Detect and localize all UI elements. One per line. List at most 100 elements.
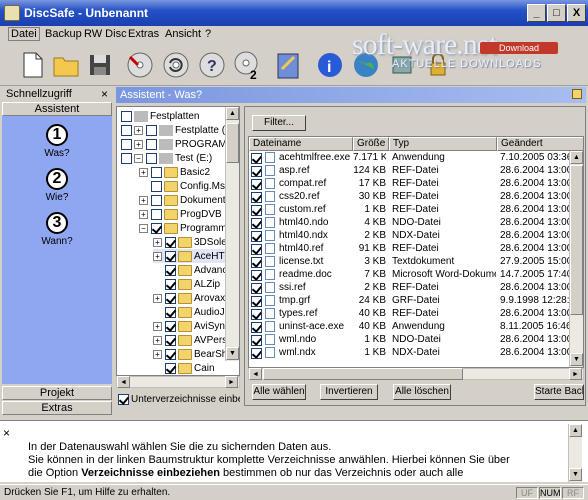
close-icon[interactable]: × xyxy=(3,426,10,440)
row-checkbox[interactable] xyxy=(251,309,262,320)
hint-scrollbar[interactable]: ▲ ▼ xyxy=(568,424,582,482)
row-checkbox[interactable] xyxy=(251,322,262,333)
row-checkbox[interactable] xyxy=(251,166,262,177)
maximize-button[interactable]: □ xyxy=(547,4,566,22)
scroll-up-icon[interactable]: ▲ xyxy=(569,424,582,437)
table-row[interactable]: html40.ndo 4 KB NDO-Datei 28.6.2004 13:00:0… xyxy=(249,217,579,230)
tree-node[interactable]: + BearSh xyxy=(153,347,227,361)
table-row[interactable]: uninst-ace.exe 40 KB Anwendung 8.11.2005 16… xyxy=(249,321,579,334)
tree-node[interactable]: Festplatten xyxy=(121,109,199,123)
tree-node[interactable]: + ProgDVB xyxy=(139,207,222,221)
scroll-down-icon[interactable]: ▼ xyxy=(569,468,582,481)
table-row[interactable]: ssi.ref 2 KB REF-Datei 28.6.2004 13:00:00 1 xyxy=(249,282,579,295)
tree-node[interactable]: + Festplatte (C:) xyxy=(121,123,238,137)
col-header-name[interactable]: Dateiname xyxy=(249,137,353,151)
new-document-icon[interactable] xyxy=(16,49,48,81)
step-wann[interactable]: 3 Wann? xyxy=(2,212,112,247)
scroll-down-icon[interactable]: ▼ xyxy=(226,347,239,360)
row-checkbox[interactable] xyxy=(251,244,262,255)
tree-node[interactable]: + AceHT xyxy=(153,249,225,263)
tree-node[interactable]: +3DSole xyxy=(153,235,227,249)
scroll-thumb[interactable] xyxy=(263,368,463,380)
menu-datei[interactable]: Datei xyxy=(8,27,40,41)
edit-notepad-icon[interactable] xyxy=(272,49,304,81)
scroll-up-icon[interactable]: ▲ xyxy=(570,151,583,164)
info-icon[interactable]: i xyxy=(314,49,346,81)
tree-node[interactable]: Cain xyxy=(153,361,215,375)
table-row[interactable]: readme.doc 7 KB Microsoft Word-Dokument 14.… xyxy=(249,269,579,282)
close-icon[interactable]: × xyxy=(101,87,108,101)
tab-projekt[interactable]: Projekt xyxy=(2,386,112,400)
table-row[interactable]: tmp.grf 24 KB GRF-Datei 9.9.1998 12:28:16 1 xyxy=(249,295,579,308)
menu-help[interactable]: ? xyxy=(205,28,211,40)
row-checkbox[interactable] xyxy=(251,153,262,164)
menu-backup[interactable]: Backup xyxy=(45,28,82,40)
tree-node[interactable]: + Arovax xyxy=(153,291,225,305)
tree-node[interactable]: + Dokumente xyxy=(139,193,231,207)
clear-all-button[interactable]: Alle löschen xyxy=(393,384,451,400)
scroll-left-icon[interactable]: ◄ xyxy=(117,376,130,388)
tree-node[interactable]: Advanc xyxy=(153,263,227,277)
minimize-button[interactable]: _ xyxy=(527,4,546,22)
menu-rw-disc[interactable]: RW Disc xyxy=(84,28,127,40)
backup-disc-icon[interactable] xyxy=(124,49,156,81)
table-row[interactable]: compat.ref 17 KB REF-Datei 28.6.2004 13:00:… xyxy=(249,178,579,191)
include-subdirs-checkbox[interactable]: Unterverzeichnisse einbez xyxy=(118,392,240,406)
help-disc-icon[interactable]: ? xyxy=(196,49,228,81)
close-button[interactable]: X xyxy=(567,4,586,22)
table-row[interactable]: wml.ndx 1 KB NDX-Datei 28.6.2004 13:00:00 1 xyxy=(249,347,579,360)
table-row[interactable]: license.txt 3 KB Textdokument 27.9.2005 15:… xyxy=(249,256,579,269)
row-checkbox[interactable] xyxy=(251,270,262,281)
tree-node[interactable]: + Basic2 xyxy=(139,165,210,179)
row-checkbox[interactable] xyxy=(251,231,262,242)
table-row[interactable]: css20.ref 30 KB REF-Datei 28.6.2004 13:00:0… xyxy=(249,191,579,204)
list-scrollbar[interactable]: ▲ ▼ xyxy=(569,151,583,367)
row-checkbox[interactable] xyxy=(251,179,262,190)
tool-icon[interactable] xyxy=(386,49,418,81)
table-row[interactable]: html40.ref 91 KB REF-Datei 28.6.2004 13:00:… xyxy=(249,243,579,256)
save-icon[interactable] xyxy=(84,49,116,81)
tree-node[interactable]: Config.Msi xyxy=(151,179,227,193)
row-checkbox[interactable] xyxy=(251,335,262,346)
row-checkbox[interactable] xyxy=(251,257,262,268)
tree-node[interactable]: + AviSyn xyxy=(153,319,225,333)
tree-scrollbar[interactable]: ▲ ▼ xyxy=(225,107,239,361)
tree-node[interactable]: − Programme xyxy=(139,221,232,235)
list-hscrollbar[interactable]: ◄ ► xyxy=(248,368,584,380)
invert-button[interactable]: Invertieren xyxy=(320,384,378,400)
col-header-date[interactable]: Geändert xyxy=(497,137,583,151)
menu-extras[interactable]: Extras xyxy=(128,28,159,40)
scroll-up-icon[interactable]: ▲ xyxy=(226,107,239,120)
tab-assistent[interactable]: Assistent xyxy=(2,102,112,116)
col-header-size[interactable]: Größe xyxy=(353,137,389,151)
menu-ansicht[interactable]: Ansicht xyxy=(165,28,201,40)
row-checkbox[interactable] xyxy=(251,348,262,359)
lock-icon[interactable] xyxy=(422,49,454,81)
table-row[interactable]: html40.ndx 2 KB NDX-Datei 28.6.2004 13:00:0… xyxy=(249,230,579,243)
row-checkbox[interactable] xyxy=(251,218,262,229)
table-row[interactable]: custom.ref 1 KB REF-Datei 28.6.2004 13:00:0… xyxy=(249,204,579,217)
tree-node[interactable]: AudioJ xyxy=(153,305,225,319)
open-folder-icon[interactable] xyxy=(50,49,82,81)
step-was[interactable]: 1 Was? xyxy=(2,124,112,159)
row-checkbox[interactable] xyxy=(251,296,262,307)
scroll-left-icon[interactable]: ◄ xyxy=(249,368,262,380)
scroll-thumb[interactable] xyxy=(570,165,583,315)
tab-extras[interactable]: Extras xyxy=(2,401,112,415)
table-row[interactable]: asp.ref 124 KB REF-Datei 28.6.2004 13:00:00… xyxy=(249,165,579,178)
table-row[interactable]: wml.ndo 1 KB NDO-Datei 28.6.2004 13:00:00 1 xyxy=(249,334,579,347)
tree-hscrollbar[interactable]: ◄ ► xyxy=(116,376,240,388)
tree-node[interactable]: + PROGRAMME xyxy=(121,137,239,151)
row-checkbox[interactable] xyxy=(251,283,262,294)
restore-disc-icon[interactable] xyxy=(160,49,192,81)
scroll-down-icon[interactable]: ▼ xyxy=(570,353,583,366)
step-wie[interactable]: 2 Wie? xyxy=(2,168,112,203)
select-all-button[interactable]: Alle wählen xyxy=(252,384,306,400)
filter-button[interactable]: Filter... xyxy=(252,115,306,131)
table-row[interactable]: acehtmlfree.exe7.171 KB Anwendung 7.10.200… xyxy=(249,152,579,165)
row-checkbox[interactable] xyxy=(251,205,262,216)
tree-node[interactable]: − Test (E:) xyxy=(121,151,212,165)
globe-icon[interactable] xyxy=(350,49,382,81)
col-header-type[interactable]: Typ xyxy=(389,137,497,151)
tree-node[interactable]: ALZip xyxy=(153,277,220,291)
